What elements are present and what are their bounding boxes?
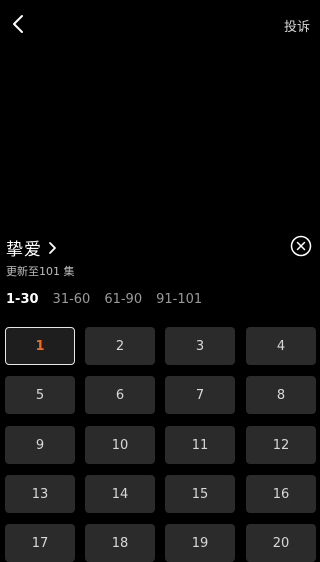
episode-button-10[interactable]: 10: [85, 426, 155, 464]
episode-button-18[interactable]: 18: [85, 524, 155, 562]
tab-range-1-30[interactable]: 1-30: [6, 292, 39, 307]
back-button[interactable]: [6, 12, 30, 36]
episode-button-5[interactable]: 5: [5, 376, 75, 414]
video-player-area[interactable]: [0, 50, 320, 230]
episode-button-6[interactable]: 6: [85, 376, 155, 414]
episode-button-12[interactable]: 12: [246, 426, 316, 464]
episode-button-15[interactable]: 15: [165, 475, 235, 513]
episode-button-9[interactable]: 9: [5, 426, 75, 464]
episode-button-7[interactable]: 7: [165, 376, 235, 414]
episode-button-1[interactable]: 1: [5, 327, 75, 365]
close-button[interactable]: [290, 235, 312, 257]
tab-range-91-101[interactable]: 91-101: [156, 292, 202, 307]
episode-button-4[interactable]: 4: [246, 327, 316, 365]
episode-button-14[interactable]: 14: [85, 475, 155, 513]
episode-range-tabs: 1-30 31-60 61-90 91-101: [6, 292, 216, 307]
episode-button-16[interactable]: 16: [246, 475, 316, 513]
update-status: 更新至101 集: [6, 265, 75, 278]
episode-button-2[interactable]: 2: [85, 327, 155, 365]
back-arrow-icon: [13, 15, 23, 33]
episode-button-17[interactable]: 17: [5, 524, 75, 562]
episode-button-19[interactable]: 19: [165, 524, 235, 562]
drama-title-link[interactable]: 挚爱: [6, 235, 58, 260]
episode-button-13[interactable]: 13: [5, 475, 75, 513]
report-button[interactable]: 投诉: [284, 16, 310, 35]
episode-button-11[interactable]: 11: [165, 426, 235, 464]
chevron-right-icon: [48, 241, 58, 255]
episode-button-8[interactable]: 8: [246, 376, 316, 414]
close-circle-icon: [290, 235, 312, 257]
top-bar: 投诉: [0, 0, 320, 50]
episode-button-20[interactable]: 20: [246, 524, 316, 562]
episode-button-3[interactable]: 3: [165, 327, 235, 365]
tab-range-31-60[interactable]: 31-60: [53, 292, 91, 307]
tab-range-61-90[interactable]: 61-90: [104, 292, 142, 307]
drama-title: 挚爱: [6, 240, 42, 260]
